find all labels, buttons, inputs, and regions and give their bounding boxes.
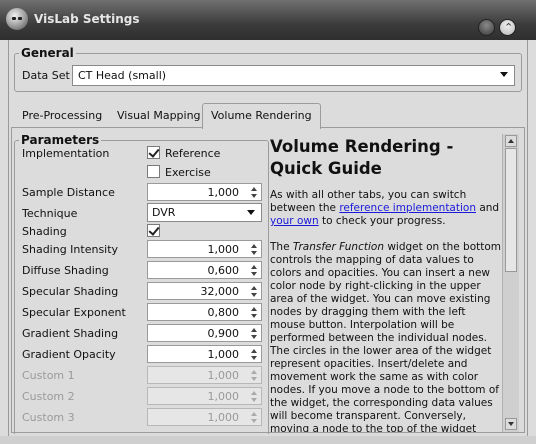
chevron-down-icon (500, 72, 508, 77)
specular-exponent-value: 0,800 (207, 306, 240, 319)
quick-guide-intro: As with all other tabs, you can switch b… (270, 189, 502, 228)
reference-label: Reference (165, 147, 221, 160)
spin-arrows-icon[interactable] (248, 242, 260, 256)
spin-arrows-icon (248, 389, 260, 403)
spin-arrows-icon[interactable] (248, 347, 260, 361)
exercise-label: Exercise (165, 166, 211, 179)
custom3-spinbox: 1,000 (147, 408, 262, 426)
dataset-select[interactable]: CT Head (small) (72, 65, 515, 86)
quick-guide-transfer-function: The Transfer Function widget on the bott… (270, 241, 502, 432)
collapse-button[interactable]: ⌃ (499, 19, 516, 36)
specular-exponent-spinbox[interactable]: 0,800 (147, 303, 262, 321)
shading-label: Shading (22, 225, 67, 238)
specular-exponent-label: Specular Exponent (22, 306, 126, 319)
custom2-spinbox: 1,000 (147, 387, 262, 405)
spin-arrows-icon[interactable] (248, 326, 260, 340)
spin-arrows-icon[interactable] (248, 263, 260, 277)
transfer-function-emphasis: Transfer Function (292, 241, 384, 253)
custom1-value: 1,000 (207, 369, 240, 382)
minimize-button[interactable] (478, 19, 495, 36)
text-span: The (270, 241, 293, 253)
shading-checkbox[interactable] (147, 224, 160, 237)
parameters-legend: Parameters (21, 133, 100, 147)
technique-value: DVR (152, 206, 176, 219)
exercise-checkbox[interactable] (147, 165, 160, 178)
shading-intensity-label: Shading Intensity (22, 243, 119, 256)
custom3-value: 1,000 (207, 411, 240, 424)
dataset-value: CT Head (small) (78, 69, 167, 82)
sample-distance-value: 1,000 (207, 186, 240, 199)
bottom-edge (0, 436, 536, 444)
general-legend: General (21, 46, 74, 60)
scroll-up-icon[interactable] (505, 135, 517, 147)
custom1-spinbox: 1,000 (147, 366, 262, 384)
spin-arrows-icon (248, 368, 260, 382)
specular-shading-label: Specular Shading (22, 285, 119, 298)
collapse-icon: ⌃ (504, 21, 514, 34)
specular-shading-spinbox[interactable]: 32,000 (147, 282, 262, 300)
custom2-value: 1,000 (207, 390, 240, 403)
quick-guide-panel: Volume Rendering - Quick Guide As with a… (270, 134, 502, 432)
quick-guide-title: Volume Rendering - Quick Guide (270, 137, 454, 178)
implementation-label: Implementation (22, 147, 110, 160)
scroll-thumb[interactable] (505, 148, 517, 272)
spin-arrows-icon[interactable] (248, 185, 260, 199)
sample-distance-spinbox[interactable]: 1,000 (147, 183, 262, 201)
shading-intensity-value: 1,000 (207, 243, 240, 256)
specular-shading-value: 32,000 (200, 285, 240, 298)
gradient-shading-label: Gradient Shading (22, 327, 119, 340)
spin-arrows-icon[interactable] (248, 305, 260, 319)
custom3-label: Custom 3 (22, 411, 75, 424)
quick-guide-scrollbar[interactable] (502, 134, 519, 432)
gradient-opacity-value: 1,000 (207, 348, 240, 361)
custom2-label: Custom 2 (22, 390, 75, 403)
text-span: to check your progress. (318, 215, 446, 227)
custom1-label: Custom 1 (22, 369, 75, 382)
gradient-shading-spinbox[interactable]: 0,900 (147, 324, 262, 342)
text-span: and (475, 202, 500, 214)
title-bar: VisLab Settings ⌃ (0, 0, 536, 40)
tab-pre-processing[interactable]: Pre-Processing (14, 104, 110, 128)
diffuse-shading-value: 0,600 (207, 264, 240, 277)
tab-label: Volume Rendering (211, 109, 312, 122)
diffuse-shading-label: Diffuse Shading (22, 264, 109, 277)
scroll-down-icon[interactable] (505, 418, 517, 430)
spin-arrows-icon (248, 410, 260, 424)
technique-label: Technique (22, 207, 78, 220)
skull-app-icon (6, 8, 28, 30)
technique-select[interactable]: DVR (147, 203, 262, 222)
sample-distance-label: Sample Distance (22, 186, 115, 199)
window-title: VisLab Settings (34, 12, 140, 26)
tab-label: Visual Mapping (117, 109, 201, 122)
diffuse-shading-spinbox[interactable]: 0,600 (147, 261, 262, 279)
tab-label: Pre-Processing (22, 109, 103, 122)
shading-intensity-spinbox[interactable]: 1,000 (147, 240, 262, 258)
your-own-link[interactable]: your own (270, 215, 319, 227)
tab-volume-rendering[interactable]: Volume Rendering (202, 103, 321, 129)
reference-implementation-link[interactable]: reference implementation (339, 202, 476, 214)
tab-visual-mapping[interactable]: Visual Mapping (109, 104, 209, 128)
reference-checkbox[interactable] (147, 146, 160, 159)
chevron-down-icon (247, 210, 255, 215)
gradient-opacity-label: Gradient Opacity (22, 348, 116, 361)
spin-arrows-icon[interactable] (248, 284, 260, 298)
dataset-label: Data Set (22, 69, 70, 82)
gradient-opacity-spinbox[interactable]: 1,000 (147, 345, 262, 363)
text-span: widget on the bottom controls the mappin… (270, 241, 502, 432)
gradient-shading-value: 0,900 (207, 327, 240, 340)
